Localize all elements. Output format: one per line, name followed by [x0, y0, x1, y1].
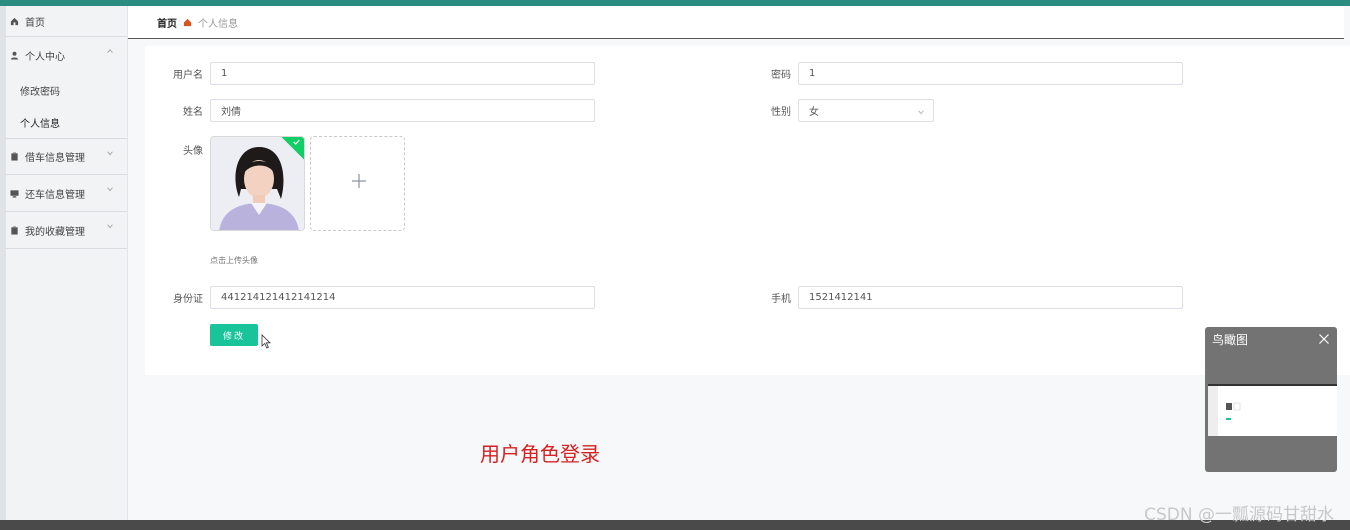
- home-icon: [10, 17, 19, 25]
- sidebar-item-label: 还车信息管理: [25, 189, 85, 201]
- check-icon: [293, 139, 300, 145]
- idcard-input[interactable]: 441214121412141214: [210, 286, 595, 309]
- gender-label: 性别: [771, 107, 791, 118]
- plus-icon: [352, 174, 366, 188]
- sidebar-item-label: 个人中心: [25, 52, 65, 63]
- monitor-icon: [10, 189, 19, 198]
- form-row-submit: 修改: [210, 324, 258, 346]
- form-row-phone: 手机 1521412141: [733, 286, 1183, 309]
- name-input[interactable]: 刘倩: [210, 99, 595, 122]
- form-row-gender: 性别 女: [733, 99, 934, 122]
- phone-label: 手机: [771, 294, 791, 305]
- sidebar-item-label: 我的收藏管理: [25, 226, 85, 238]
- main-content: 首页 个人信息 用户名 1 密码 1 姓名 刘倩 性别 女 头像 点击上传头像 …: [128, 6, 1350, 520]
- breadcrumb-current: 个人信息: [198, 18, 238, 30]
- breadcrumb: 首页 个人信息: [128, 6, 1344, 39]
- form-row-avatar: 头像: [145, 136, 405, 231]
- sidebar-item-favorites-manage[interactable]: 我的收藏管理: [6, 212, 127, 249]
- minimap-preview-image: [1208, 386, 1241, 436]
- minimap-title: 鸟瞰图: [1212, 332, 1249, 347]
- user-icon: [10, 51, 19, 60]
- form-row-username: 用户名 1: [145, 62, 595, 85]
- username-label: 用户名: [173, 70, 203, 81]
- form-row-password: 密码 1: [733, 62, 1183, 85]
- sidebar-item-label: 借车信息管理: [25, 153, 85, 164]
- minimap-viewport[interactable]: [1208, 384, 1337, 436]
- avatar-hint: 点击上传头像: [210, 256, 258, 265]
- gender-value: 女: [809, 107, 819, 118]
- name-label: 姓名: [183, 107, 203, 118]
- chevron-up-icon: [107, 49, 113, 53]
- clipboard-icon: [11, 225, 18, 235]
- sidebar-item-label: 首页: [25, 17, 45, 29]
- portrait-image: [211, 137, 304, 230]
- watermark: CSDN @一瓢源码甘甜水: [1144, 505, 1334, 525]
- overlay-caption: 用户角色登录: [480, 442, 600, 466]
- sidebar-item-return-manage[interactable]: 还车信息管理: [6, 175, 127, 212]
- clipboard-icon: [11, 152, 18, 161]
- username-input[interactable]: 1: [210, 62, 595, 85]
- form-row-name: 姓名 刘倩: [145, 99, 595, 122]
- sidebar-subitem-change-password[interactable]: 修改密码: [6, 74, 127, 106]
- minimap-header: 鸟瞰图: [1205, 327, 1337, 351]
- idcard-label: 身份证: [173, 294, 203, 305]
- password-input[interactable]: 1: [798, 62, 1183, 85]
- sidebar-item-home[interactable]: 首页: [6, 6, 127, 37]
- phone-input[interactable]: 1521412141: [798, 286, 1183, 309]
- sidebar-item-personal-center[interactable]: 个人中心: [6, 37, 127, 74]
- sidebar: 首页 个人中心 修改密码 个人信息 借车信息管理 还车信息管理 我的收藏管理: [6, 6, 128, 520]
- avatar-label: 头像: [183, 146, 203, 157]
- chevron-down-icon: [918, 110, 924, 115]
- minimap-panel[interactable]: 鸟瞰图: [1205, 327, 1337, 472]
- sidebar-item-borrow-manage[interactable]: 借车信息管理: [6, 138, 127, 175]
- password-label: 密码: [771, 70, 791, 81]
- gender-select[interactable]: 女: [798, 99, 934, 122]
- chevron-down-icon: [107, 151, 113, 156]
- chevron-down-icon: [107, 224, 113, 229]
- mouse-cursor-icon: [261, 334, 271, 349]
- sidebar-subitem-personal-info[interactable]: 个人信息: [6, 106, 127, 138]
- close-icon[interactable]: [1318, 333, 1330, 345]
- submit-button[interactable]: 修改: [210, 324, 258, 346]
- profile-form: 用户名 1 密码 1 姓名 刘倩 性别 女 头像 点击上传头像 身份证 4412…: [145, 46, 1350, 375]
- chevron-down-icon: [107, 187, 113, 192]
- breadcrumb-home[interactable]: 首页: [157, 15, 177, 30]
- avatar-image[interactable]: [210, 136, 305, 231]
- avatar-upload-button[interactable]: [310, 136, 405, 231]
- form-row-idcard: 身份证 441214121412141214: [145, 286, 595, 309]
- home-icon: [183, 18, 192, 27]
